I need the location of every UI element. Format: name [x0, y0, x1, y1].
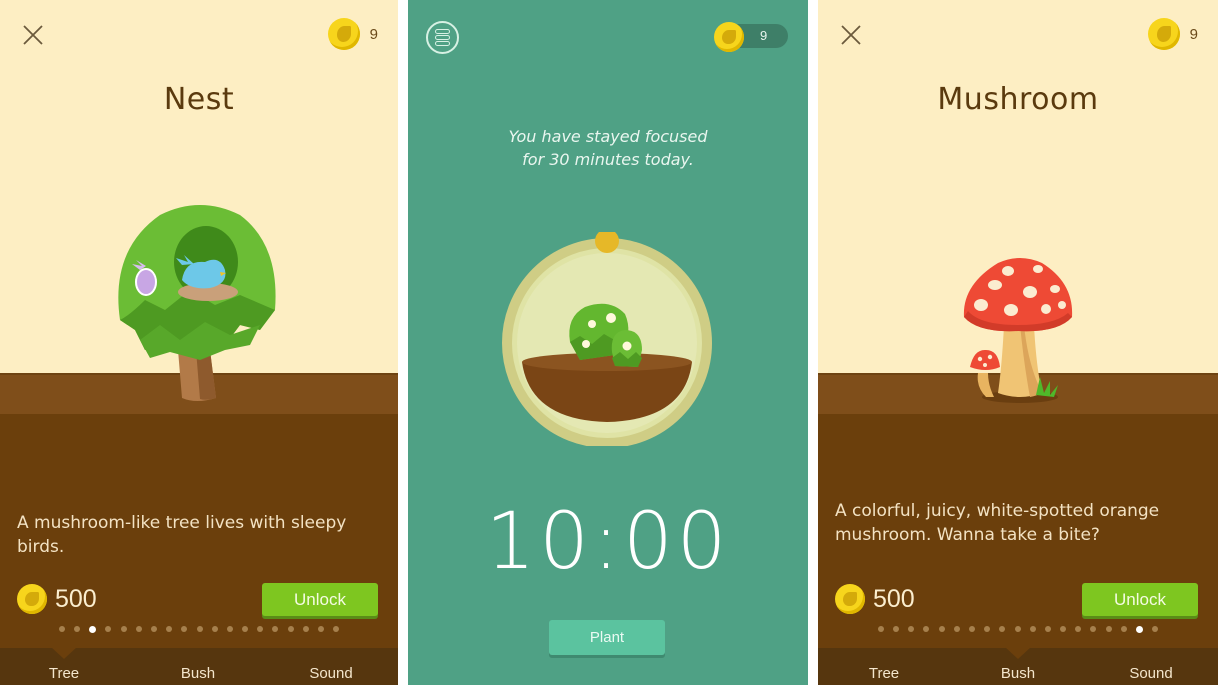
- page-dot[interactable]: [120, 626, 127, 632]
- unlock-button[interactable]: Unlock: [262, 583, 378, 616]
- page-dot[interactable]: [984, 626, 991, 632]
- tab-sound[interactable]: Sound: [1129, 665, 1172, 682]
- page-dot[interactable]: [1090, 626, 1097, 632]
- page-dot[interactable]: [953, 626, 960, 632]
- coin-count: 9: [1189, 25, 1198, 43]
- coin-icon: [327, 18, 360, 50]
- price: 500: [835, 584, 915, 614]
- coin-icon: [835, 584, 865, 614]
- nest-tree-illustration: [118, 205, 276, 401]
- unlock-button[interactable]: Unlock: [1082, 583, 1198, 616]
- page-dot[interactable]: [58, 626, 65, 632]
- page-dot[interactable]: [1105, 626, 1112, 632]
- page-dot[interactable]: [1014, 626, 1021, 632]
- price-value: 500: [873, 584, 915, 613]
- page-dot[interactable]: [318, 626, 324, 632]
- page-dot[interactable]: [938, 626, 945, 632]
- menu-button[interactable]: [426, 21, 459, 54]
- close-button[interactable]: [838, 22, 864, 48]
- page-dot[interactable]: [1044, 626, 1051, 632]
- page-dot[interactable]: [1060, 626, 1067, 632]
- page-dot[interactable]: [181, 626, 188, 632]
- page-dot[interactable]: [257, 626, 264, 632]
- page-indicator[interactable]: [818, 625, 1218, 633]
- focus-timer-screen: 9 You have stayed focused for 30 minutes…: [408, 0, 808, 685]
- page-dot[interactable]: [105, 626, 112, 632]
- page-dot[interactable]: [196, 626, 203, 632]
- page-dot[interactable]: [877, 626, 884, 632]
- tab-tree[interactable]: Tree: [869, 665, 899, 682]
- page-dot[interactable]: [302, 626, 309, 632]
- tab-sound[interactable]: Sound: [309, 665, 352, 682]
- species-description: A colorful, juicy, white-spotted orange …: [835, 501, 1160, 545]
- close-button[interactable]: [20, 22, 46, 48]
- focus-summary-line-2: for 30 minutes today.: [522, 150, 694, 169]
- page-dot[interactable]: [150, 626, 157, 632]
- page-dot[interactable]: [1029, 626, 1036, 632]
- plant-button[interactable]: Plant: [549, 620, 665, 655]
- page-dot[interactable]: [923, 626, 930, 632]
- focus-summary: You have stayed focused for 30 minutes t…: [408, 125, 808, 171]
- coin-count: 9: [760, 28, 768, 43]
- tab-tree[interactable]: Tree: [49, 665, 79, 682]
- page-dot[interactable]: [74, 626, 80, 632]
- coin-balance[interactable]: 9: [714, 22, 788, 52]
- coin-icon: [17, 584, 47, 614]
- page-dot[interactable]: [1075, 626, 1082, 632]
- mushroom-illustration: [963, 258, 1073, 403]
- price-value: 500: [55, 584, 97, 613]
- coin-count: 9: [369, 25, 378, 43]
- tab-bush[interactable]: Bush: [181, 665, 215, 682]
- page-dot[interactable]: [166, 626, 173, 632]
- page-indicator[interactable]: [0, 625, 398, 633]
- selected-tab-pointer: [1005, 647, 1031, 659]
- page-dot-active[interactable]: [1136, 625, 1143, 633]
- page-dot[interactable]: [1120, 626, 1127, 632]
- timer-dial[interactable]: [500, 232, 714, 446]
- category-tabs: Tree Bush Sound: [0, 660, 398, 685]
- page-dot[interactable]: [242, 626, 249, 632]
- page-dot[interactable]: [135, 626, 142, 632]
- species-detail-screen-nest: 9 Nest A mushroom-like tree lives with s…: [0, 0, 398, 685]
- close-icon: [23, 25, 43, 45]
- coin-balance: 9: [1147, 18, 1198, 50]
- coin-icon: [1147, 18, 1180, 50]
- close-icon: [841, 25, 861, 45]
- category-tabs: Tree Bush Sound: [818, 660, 1218, 685]
- page-dot[interactable]: [1152, 626, 1159, 632]
- page-dot[interactable]: [272, 626, 279, 632]
- timer-display: 10:00: [485, 497, 731, 587]
- species-title: Mushroom: [937, 82, 1099, 117]
- page-dot[interactable]: [999, 626, 1006, 632]
- page-dot[interactable]: [333, 626, 340, 632]
- page-dot[interactable]: [287, 626, 294, 632]
- species-description: A mushroom-like tree lives with sleepy b…: [17, 513, 347, 557]
- coin-balance: 9: [327, 18, 378, 50]
- page-dot[interactable]: [908, 626, 915, 632]
- page-dot[interactable]: [226, 626, 233, 632]
- page-dot[interactable]: [968, 626, 975, 632]
- tab-bush[interactable]: Bush: [1001, 665, 1035, 682]
- page-dot[interactable]: [893, 626, 899, 632]
- page-dot[interactable]: [211, 626, 218, 632]
- page-dot-active[interactable]: [89, 625, 97, 633]
- focus-summary-line-1: You have stayed focused: [508, 127, 708, 146]
- selected-tab-pointer: [51, 647, 77, 659]
- species-detail-screen-mushroom: 9 Mushroom A colorful, juicy, white-spot…: [818, 0, 1218, 685]
- coin-icon: [714, 22, 744, 52]
- price: 500: [17, 584, 97, 614]
- species-title: Nest: [163, 82, 235, 117]
